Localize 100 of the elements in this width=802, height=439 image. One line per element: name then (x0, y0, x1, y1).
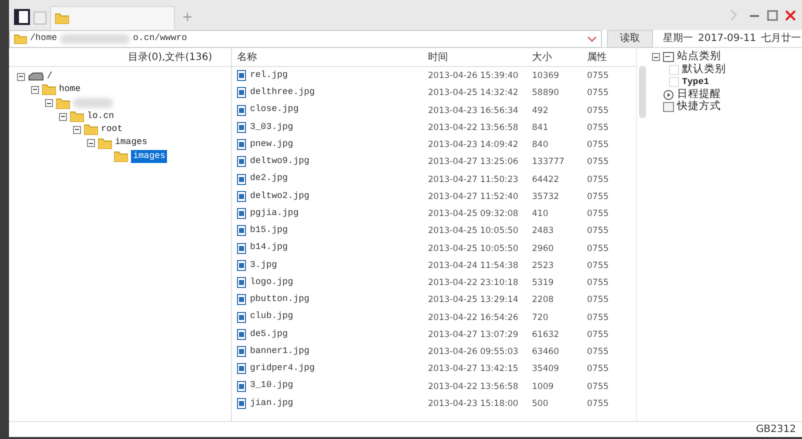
file-name[interactable]: club.jpg (250, 310, 294, 324)
image-file-icon (237, 122, 246, 133)
collapse-toggle-icon[interactable] (17, 72, 25, 81)
file-attribute: 0755 (587, 209, 609, 220)
file-attribute: 0755 (587, 330, 609, 340)
file-name[interactable]: rel.jpg (250, 68, 288, 82)
file-attribute: 0755 (587, 364, 609, 374)
file-attribute: 0755 (587, 192, 609, 202)
collapse-toggle-icon[interactable] (45, 99, 53, 108)
side-tree-item[interactable]: Type1 (682, 76, 710, 89)
image-file-icon (237, 174, 246, 185)
file-name[interactable]: deltwo2.jpg (250, 190, 310, 204)
file-name[interactable]: delthree.jpg (250, 86, 315, 100)
item-icon (669, 64, 679, 75)
file-name[interactable]: pgjia.jpg (250, 206, 299, 220)
file-size: 35732 (532, 192, 560, 202)
tree-item[interactable]: lo.cn (87, 110, 114, 124)
file-name[interactable]: pnew.jpg (250, 138, 294, 152)
file-name[interactable]: b15.jpg (250, 224, 288, 238)
category-icon (663, 52, 674, 62)
path-text: /home (30, 32, 58, 45)
image-file-icon (237, 156, 246, 168)
path-field[interactable]: /home o.cn/wwwro (9, 30, 602, 48)
file-time: 2013-04-26 09:55:03 (428, 347, 518, 358)
collapse-toggle-icon[interactable] (87, 139, 95, 148)
file-time: 2013-04-26 15:39:40 (428, 71, 518, 82)
tree-item[interactable]: images (131, 150, 168, 164)
file-time: 2013-04-22 23:10:18 (428, 278, 518, 288)
image-file-icon (237, 294, 246, 306)
close-icon[interactable] (785, 10, 796, 21)
column-header[interactable]: 属性 (587, 50, 627, 64)
file-name[interactable]: 3.jpg (250, 258, 278, 272)
file-name[interactable]: logo.jpg (250, 276, 294, 290)
drive-icon (28, 72, 44, 82)
file-size: 63460 (532, 347, 560, 358)
tree-item[interactable]: home (59, 83, 81, 97)
file-size: 492 (532, 106, 548, 116)
file-time: 2013-04-23 16:56:34 (428, 106, 518, 116)
file-attribute: 0755 (587, 226, 609, 236)
file-name[interactable]: deltwo9.jpg (250, 155, 310, 169)
file-time: 2013-04-23 15:18:00 (428, 398, 518, 409)
file-time: 2013-04-24 11:54:38 (428, 260, 518, 271)
file-time: 2013-04-27 13:25:06 (428, 157, 518, 168)
file-time: 2013-04-22 13:56:58 (428, 122, 518, 133)
file-time: 2013-04-23 14:09:42 (428, 140, 518, 150)
image-file-icon (237, 363, 246, 374)
file-time: 2013-04-27 13:42:15 (428, 364, 518, 374)
image-file-icon (237, 312, 246, 323)
file-name[interactable]: b14.jpg (250, 241, 288, 255)
file-attribute: 0755 (587, 174, 609, 185)
image-file-icon (237, 139, 246, 150)
dropdown-icon[interactable] (587, 34, 597, 42)
file-size: 35409 (532, 364, 560, 374)
side-tree-item[interactable]: 默认类别 (682, 62, 726, 78)
lunar-date-label: 七月廿一 (761, 32, 802, 46)
image-file-icon (237, 346, 246, 358)
clock-icon (663, 89, 674, 100)
file-size: 58890 (532, 88, 560, 98)
column-header[interactable]: 名称 (232, 50, 428, 64)
encoding-label: GB2312 (756, 423, 796, 437)
column-header[interactable]: 时间 (428, 50, 532, 64)
tree-item[interactable]: images (115, 136, 148, 150)
file-time: 2013-04-25 10:05:50 (428, 226, 518, 236)
maximize-icon[interactable] (767, 10, 778, 21)
image-file-icon (237, 242, 246, 254)
file-size: 2208 (532, 295, 554, 306)
file-name[interactable]: gridper4.jpg (250, 362, 315, 376)
folder-icon (84, 124, 98, 136)
blurred-area (60, 34, 130, 44)
image-file-icon (237, 260, 246, 271)
file-attribute: 0755 (587, 382, 609, 392)
image-file-icon (237, 277, 246, 288)
file-attribute: 0755 (587, 398, 609, 409)
collapse-toggle-icon[interactable] (73, 126, 81, 134)
file-name[interactable]: jian.jpg (250, 396, 294, 410)
collapse-toggle-icon[interactable] (652, 53, 660, 62)
file-size: 840 (532, 140, 548, 150)
file-name[interactable]: de2.jpg (250, 172, 288, 186)
side-tree-item[interactable]: 快捷方式 (677, 99, 721, 116)
folder-icon (98, 138, 112, 149)
file-name[interactable]: 3_03.jpg (250, 120, 294, 134)
weekday-label: 星期一 (663, 32, 693, 46)
file-name[interactable]: 3_10.jpg (250, 379, 294, 393)
file-attribute: 0755 (587, 71, 609, 82)
collapse-toggle-icon[interactable] (31, 86, 39, 94)
read-button[interactable]: 读取 (607, 30, 653, 48)
sidebar-toggle-icon[interactable] (14, 9, 30, 25)
collapse-toggle-icon[interactable] (59, 112, 67, 121)
date-label: 2017-09-11 (698, 32, 756, 46)
folder-icon (14, 34, 27, 44)
tree-item[interactable]: / (47, 70, 52, 84)
file-name[interactable]: banner1.jpg (250, 344, 310, 358)
file-size: 500 (532, 398, 548, 409)
tree-item[interactable]: root (101, 123, 123, 137)
file-size: 2960 (532, 244, 554, 254)
file-name[interactable]: pbutton.jpg (250, 293, 310, 307)
file-name[interactable]: de5.jpg (250, 328, 288, 342)
file-time: 2013-04-25 10:05:50 (428, 244, 518, 254)
column-header[interactable]: 大小 (532, 50, 587, 64)
file-name[interactable]: close.jpg (250, 103, 299, 117)
